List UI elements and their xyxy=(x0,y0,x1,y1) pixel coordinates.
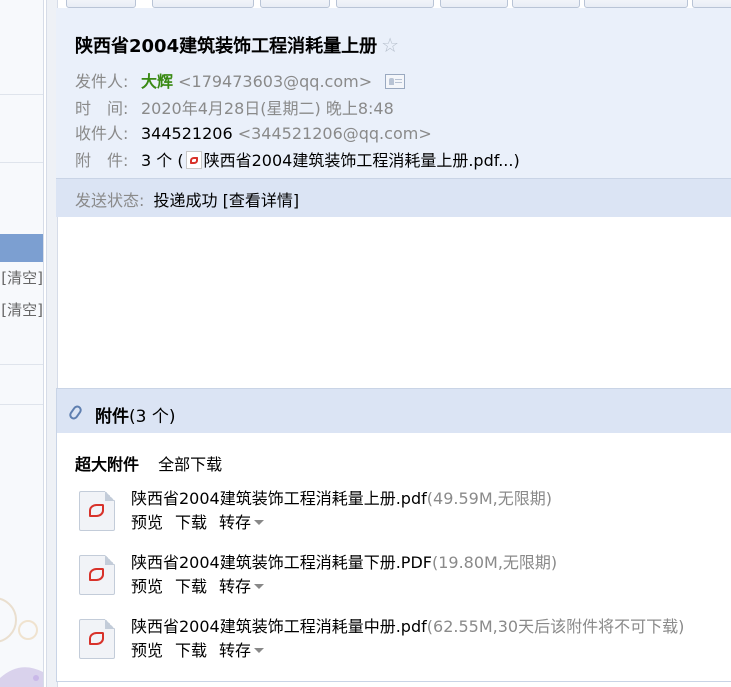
time-row: 时 间: 2020年4月28日(星期二) 晚上8:48 xyxy=(75,95,394,119)
chevron-down-icon xyxy=(254,520,265,525)
status-label: 发送状态: xyxy=(75,191,145,210)
toolbar-button[interactable] xyxy=(512,0,580,8)
contact-card-icon[interactable] xyxy=(385,74,406,89)
paren-close: ) xyxy=(513,151,520,170)
attachment-item: 陕西省2004建筑装饰工程消耗量上册.pdf(49.59M,无限期) 预览 下载转… xyxy=(75,485,725,545)
attachment-filename[interactable]: 陕西省2004建筑装饰工程消耗量中册.pdf xyxy=(131,617,427,636)
star-icon[interactable]: ☆ xyxy=(381,33,399,57)
view-details-link[interactable]: [查看详情] xyxy=(223,191,300,210)
attachment-item: 陕西省2004建筑装饰工程消耗量下册.PDF(19.80M,无限期) 预览 下载转… xyxy=(75,549,725,609)
toolbar-button[interactable] xyxy=(584,0,688,8)
sender-name[interactable]: 大辉 xyxy=(141,72,173,91)
clear-folder-link[interactable]: [清空] xyxy=(0,299,43,320)
clear-folder-link[interactable]: [清空] xyxy=(0,267,43,288)
save-to-label: 转存 xyxy=(219,641,252,660)
sender-label: 发件人: xyxy=(75,72,129,91)
pdf-file-icon[interactable] xyxy=(79,491,115,531)
preview-button[interactable]: 预览 xyxy=(131,577,163,596)
attachments-title: 附件 xyxy=(95,407,129,427)
toolbar-button[interactable] xyxy=(336,0,434,8)
sidebar-divider xyxy=(0,162,43,163)
preview-button[interactable]: 预览 xyxy=(131,641,163,660)
attachment-count: 3 个 xyxy=(141,151,173,170)
sender-address: <179473603@qq.com> xyxy=(178,72,373,91)
toolbar-button[interactable] xyxy=(260,0,330,8)
save-to-label: 转存 xyxy=(219,513,252,532)
paren-open: ( xyxy=(177,151,184,170)
recipient-address: <344521206@qq.com> xyxy=(237,124,432,143)
time-label: 时 间: xyxy=(75,99,129,118)
subject-text: 陕西省2004建筑装饰工程消耗量上册 xyxy=(75,36,378,57)
toolbar-button[interactable] xyxy=(152,0,254,8)
attachment-filename[interactable]: 陕西省2004建筑装饰工程消耗量上册.pdf xyxy=(131,489,427,508)
download-button[interactable]: 下载 xyxy=(175,641,207,660)
attachment-info: (49.59M,无限期) xyxy=(426,489,552,508)
attachment-label: 附 件: xyxy=(75,151,129,170)
tab-large-attachments[interactable]: 超大附件 xyxy=(75,455,139,474)
toolbar-button[interactable] xyxy=(692,0,731,8)
sidebar-divider xyxy=(0,404,43,405)
chevron-down-icon xyxy=(254,584,265,589)
download-button[interactable]: 下载 xyxy=(175,577,207,596)
sidebar-selected-item[interactable] xyxy=(0,234,43,262)
save-to-button[interactable]: 转存 xyxy=(219,641,265,660)
save-to-label: 转存 xyxy=(219,577,252,596)
chevron-down-icon xyxy=(254,648,265,653)
sidebar-divider xyxy=(0,94,43,95)
folder-sidebar: [清空] [清空] xyxy=(0,0,44,687)
pdf-file-icon xyxy=(185,151,202,169)
attachments-panel: 附件(3 个) 超大附件 全部下载 陕西省2004建筑装饰工程消耗量上册.pdf… xyxy=(56,388,731,682)
sidebar-decoration-icon xyxy=(0,597,43,687)
mail-subject: 陕西省2004建筑装饰工程消耗量上册 ☆ xyxy=(75,32,399,58)
pdf-file-icon[interactable] xyxy=(79,619,115,659)
attachment-info: (62.55M,30天后该附件将不可下载) xyxy=(426,617,685,636)
recipient-name[interactable]: 344521206 xyxy=(141,124,233,143)
save-to-button[interactable]: 转存 xyxy=(219,577,265,596)
download-all-button[interactable]: 全部下载 xyxy=(158,455,222,474)
toolbar-button[interactable] xyxy=(66,0,136,8)
download-button[interactable]: 下载 xyxy=(175,513,207,532)
attachment-filename[interactable]: 陕西省2004建筑装饰工程消耗量下册.PDF xyxy=(131,553,432,572)
recipient-label: 收件人: xyxy=(75,124,129,143)
delivery-status-bar: 发送状态: 投递成功 [查看详情] xyxy=(56,178,731,217)
attachments-header: 附件(3 个) xyxy=(57,389,731,433)
paperclip-icon xyxy=(67,403,84,422)
attachment-summary-row: 附 件: 3 个 ( 陕西省2004建筑装饰工程消耗量上册.pdf...) xyxy=(75,147,520,171)
save-to-button[interactable]: 转存 xyxy=(219,513,265,532)
attachment-info: (19.80M,无限期) xyxy=(431,553,558,572)
attachment-item: 陕西省2004建筑装饰工程消耗量中册.pdf(62.55M,30天后该附件将不可… xyxy=(75,613,725,673)
time-value: 2020年4月28日(星期二) 晚上8:48 xyxy=(141,99,394,118)
recipient-row: 收件人: 344521206 <344521206@qq.com> xyxy=(75,120,432,144)
attachment-summary-link[interactable]: 陕西省2004建筑装饰工程消耗量上册.pdf... xyxy=(204,151,514,170)
attachments-count: (3 个) xyxy=(129,407,176,427)
toolbar-button[interactable] xyxy=(440,0,508,8)
sender-row: 发件人: 大辉 <179473603@qq.com> xyxy=(75,68,406,92)
pdf-file-icon[interactable] xyxy=(79,555,115,595)
sidebar-divider xyxy=(0,364,43,365)
mail-toolbar xyxy=(56,0,731,8)
status-value: 投递成功 xyxy=(153,191,218,210)
mail-header: 陕西省2004建筑装饰工程消耗量上册 ☆ 发件人: 大辉 <179473603@qq… xyxy=(56,8,731,217)
preview-button[interactable]: 预览 xyxy=(131,513,163,532)
